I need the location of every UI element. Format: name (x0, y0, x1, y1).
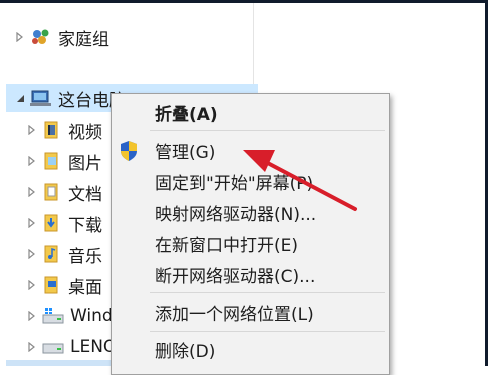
expand-arrow-icon[interactable] (26, 249, 38, 259)
menu-item-label: 管理(G) (155, 142, 216, 163)
expand-arrow-icon[interactable] (26, 218, 38, 228)
menu-item-map-network-drive[interactable]: 映射网络驱动器(N)... (112, 197, 389, 227)
tree-item-label: 下载 (68, 215, 102, 236)
expand-arrow-icon[interactable] (26, 342, 38, 352)
menu-separator (150, 292, 385, 293)
tree-item-label: 视频 (68, 122, 102, 143)
menu-separator (150, 331, 385, 332)
expand-arrow-icon[interactable] (26, 187, 38, 197)
computer-icon (30, 89, 52, 107)
expand-arrow-icon[interactable] (26, 311, 38, 321)
menu-item-label: 断开网络驱动器(C)... (155, 266, 316, 287)
pictures-folder-icon (42, 151, 62, 171)
downloads-folder-icon (42, 213, 62, 233)
expand-arrow-icon[interactable] (26, 280, 38, 290)
menu-item-label: 折叠(A) (155, 104, 218, 125)
menu-separator (150, 130, 385, 131)
tree-item-label: 家庭组 (58, 29, 109, 50)
context-menu: 折叠(A) 管理(G) 固定到"开始"屏幕(P) 映射网络驱动器(N)... 在… (111, 93, 390, 375)
desktop-folder-icon (42, 275, 62, 295)
drive-icon (42, 338, 64, 356)
uac-shield-icon (119, 140, 139, 167)
videos-folder-icon (42, 120, 62, 140)
menu-item-label: 删除(D) (155, 341, 216, 362)
tree-item-label: 桌面 (68, 277, 102, 298)
menu-item-manage[interactable]: 管理(G) (112, 135, 389, 165)
tree-item-homegroup[interactable]: 家庭组 (6, 23, 258, 51)
homegroup-icon (30, 27, 52, 47)
tree-item-label: 图片 (68, 153, 102, 174)
menu-item-label: 固定到"开始"屏幕(P) (155, 173, 314, 194)
menu-item-disconnect-network-drive[interactable]: 断开网络驱动器(C)... (112, 259, 389, 289)
windows-drive-icon (42, 307, 64, 325)
expand-arrow-icon[interactable] (14, 32, 26, 42)
menu-item-collapse[interactable]: 折叠(A) (112, 97, 389, 127)
expand-arrow-icon[interactable] (26, 156, 38, 166)
menu-item-label: 映射网络驱动器(N)... (155, 204, 317, 225)
collapse-arrow-icon[interactable] (14, 94, 26, 103)
menu-item-open-new-window[interactable]: 在新窗口中打开(E) (112, 228, 389, 258)
menu-item-delete[interactable]: 删除(D) (112, 334, 389, 364)
documents-folder-icon (42, 182, 62, 202)
tree-item-label: 文档 (68, 184, 102, 205)
music-folder-icon (42, 244, 62, 264)
menu-item-label: 添加一个网络位置(L) (155, 304, 314, 325)
tree-item-label: 音乐 (68, 246, 102, 267)
menu-item-label: 在新窗口中打开(E) (155, 235, 299, 256)
menu-item-pin-to-start[interactable]: 固定到"开始"屏幕(P) (112, 166, 389, 196)
menu-item-add-network-location[interactable]: 添加一个网络位置(L) (112, 297, 389, 327)
expand-arrow-icon[interactable] (26, 125, 38, 135)
